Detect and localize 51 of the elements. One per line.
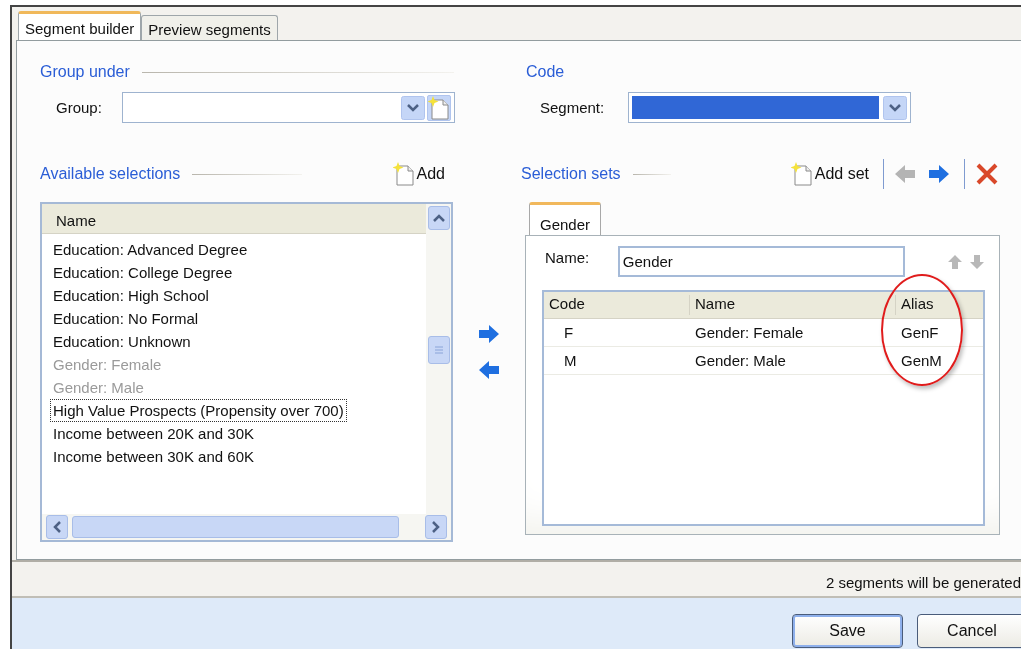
list-item[interactable]: Education: Advanced Degree <box>50 238 251 261</box>
add-set-button[interactable]: Add set <box>790 162 869 186</box>
right-arrow-icon[interactable] <box>928 164 950 184</box>
table-cell-text: F <box>563 324 575 341</box>
add-button[interactable]: Add <box>392 162 445 186</box>
section-heading: Code <box>526 63 565 81</box>
scroll-left-button[interactable] <box>46 515 68 539</box>
name-label: Name: <box>544 249 591 266</box>
segment-label: Segment: <box>539 99 606 116</box>
selection-list[interactable] <box>40 202 453 542</box>
group-label: Group: <box>55 99 103 116</box>
chevron-up-icon <box>431 213 446 223</box>
list-item[interactable]: Income between 30K and 60K <box>50 445 257 468</box>
scroll-thumb[interactable] <box>72 516 399 538</box>
new-document-icon <box>790 162 813 186</box>
table-cell-text: Gender: Male <box>694 352 787 369</box>
section-heading: Available selections <box>40 165 181 183</box>
list-item[interactable]: Education: High School <box>50 284 212 307</box>
chevron-left-icon <box>52 520 62 534</box>
list-item[interactable]: Income between 20K and 30K <box>50 422 257 445</box>
scroll-thumb[interactable] <box>427 336 450 364</box>
table-cell-text: Gender: Female <box>694 324 805 341</box>
scroll-up-button[interactable] <box>427 206 450 230</box>
column-header[interactable]: Alias <box>896 295 983 315</box>
list-item[interactable]: High Value Prospects (Propensity over 700) <box>50 399 347 422</box>
table-cell-text: M <box>563 352 578 369</box>
tab[interactable]: Preview segments <box>141 15 278 40</box>
tab[interactable]: Segment builder <box>18 11 142 40</box>
list-item[interactable]: Education: No Formal <box>50 307 202 330</box>
chevron-right-icon <box>431 520 441 534</box>
segment-dropdown[interactable] <box>627 92 911 123</box>
list-item[interactable]: Education: Unknown <box>50 330 194 353</box>
right-arrow-icon[interactable] <box>478 324 500 344</box>
section-heading: Group under <box>40 63 130 81</box>
table-cell-text: GenM <box>900 352 943 369</box>
status-text: 2 segments will be generated <box>825 573 1021 591</box>
name-field[interactable]: Gender <box>617 246 905 277</box>
table-cell-text: GenF <box>900 324 940 341</box>
left-arrow-icon[interactable] <box>478 360 500 380</box>
new-document-icon <box>428 95 450 120</box>
new-document-icon <box>392 162 415 186</box>
list-item[interactable]: Education: College Degree <box>50 261 236 284</box>
delete-icon[interactable] <box>975 162 999 186</box>
column-header[interactable]: Name <box>690 295 896 315</box>
column-header[interactable]: Code <box>544 295 690 315</box>
cancel-button[interactable]: Cancel <box>917 614 1021 648</box>
column-header[interactable]: Name <box>42 204 426 234</box>
set-tab[interactable]: Gender <box>529 202 602 236</box>
scroll-right-button[interactable] <box>425 515 447 539</box>
save-button[interactable]: Save <box>792 614 903 648</box>
section-heading: Selection sets <box>521 165 621 183</box>
